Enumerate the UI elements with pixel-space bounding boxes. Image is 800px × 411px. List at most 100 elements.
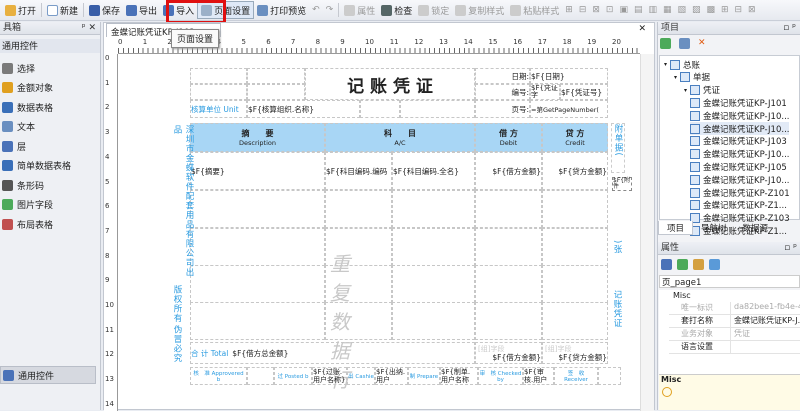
repeat-row-cell[interactable] [190,228,325,266]
blank-cell[interactable] [247,84,305,100]
repeat-row-cell[interactable] [475,190,542,228]
debit-field[interactable]: $F{借方金额} [475,152,542,190]
tree-node[interactable]: ▾ 单据 [674,71,710,84]
repeat-row-cell[interactable] [392,228,475,266]
vertical-scrollbar[interactable] [640,54,654,411]
toolbox-item[interactable]: 文本 [2,119,35,135]
property-row[interactable]: 语言设置 [669,341,800,354]
check-button[interactable]: 检查 [378,1,415,19]
property-row[interactable]: 业务对象 凭证 [669,328,800,341]
sign-label[interactable]: 签 收 Receiver [554,367,598,385]
copy-style-button[interactable]: 复制样式 [452,1,507,19]
repeat-row-cell[interactable] [392,302,475,340]
total-debit-field[interactable]: [组]字段 $F{借方金额} [475,342,542,364]
object-selector[interactable]: 页_page1 [659,275,800,288]
repeat-row-cell[interactable] [475,302,542,340]
undo-button[interactable]: ↶ [309,1,323,19]
blank-cell[interactable] [190,84,247,100]
project-tab[interactable]: 项目 [658,221,694,235]
redo-button[interactable]: ↷ [323,1,337,19]
header-account[interactable]: 科 目 A/C [325,123,475,152]
total-row[interactable]: 合 计 Total $F{借方总金额} [190,342,475,364]
property-value[interactable] [731,341,800,353]
toolbox-item[interactable]: 简单数据表格 [2,158,71,174]
sort-icon[interactable] [677,259,688,270]
summary-field[interactable]: $F{摘要} [190,152,325,190]
project-tab[interactable]: 数据源 [735,221,777,235]
property-pages-icon[interactable] [693,259,704,270]
sign-field[interactable]: $F{出纳.用户 [375,367,408,385]
repeat-row-cell[interactable] [542,228,608,266]
property-row[interactable]: 唯一标识da82bee1-fb4e-4... [669,302,800,315]
header-credit[interactable]: 贷 方 Credit [542,123,608,152]
repeat-row-cell[interactable] [542,190,608,228]
tree-node[interactable]: 金蝶记账凭证KP-J10... [690,173,789,186]
repeat-row-cell[interactable] [190,190,325,228]
delete-icon[interactable]: ✕ [698,38,706,49]
voucher-number-field[interactable]: $F{凭证号} [560,84,608,100]
expand-icon[interactable]: ▾ [664,61,667,68]
total-credit-field[interactable]: [组]字段 $F{贷方金额} [542,342,608,364]
repeat-row-cell[interactable] [190,302,325,340]
sign-field[interactable]: $F{制单.用户名称 [440,367,478,385]
tree-node[interactable]: 金蝶记账凭证KP-J105 [690,160,787,173]
header-description[interactable]: 摘 要 Description [190,123,325,152]
expand-icon[interactable]: ▾ [674,74,677,81]
blank-cell[interactable] [247,68,305,84]
date-field[interactable]: $F{日期} [530,68,608,84]
toolbox-item[interactable]: 布局表格 [2,216,53,232]
property-value[interactable]: 凭证 [731,328,800,340]
repeat-row-cell[interactable] [392,265,475,303]
sign-label[interactable]: 审 核 Checked by [478,367,523,385]
tree-node[interactable]: ▾ 凭证 [684,84,720,97]
header-debit[interactable]: 借 方 Debit [475,123,542,152]
toolbox-bottom-tab[interactable]: 通用控件 [0,366,96,384]
attachments-field[interactable]: $F{附件 [612,177,632,191]
events-icon[interactable] [709,259,720,270]
print-preview-button[interactable]: 打印预览 [254,1,309,19]
property-value[interactable]: 金蝶记账凭证KP-J... [731,315,800,327]
open-button[interactable]: 打开 [2,1,39,19]
save-button[interactable]: 保存 [86,1,123,19]
export-button[interactable]: 导出 [123,1,160,19]
paste-style-button[interactable]: 粘贴样式 [507,1,562,19]
attachments-label[interactable]: 附单据( [611,123,625,173]
repeat-row-cell[interactable] [475,228,542,266]
refresh-icon[interactable] [660,38,671,49]
page-field[interactable]: =第GetPageNumber( [530,100,608,118]
repeat-row-cell[interactable] [392,190,475,228]
pin-icon[interactable]: ▫ ᵖ [784,242,797,255]
pin-icon[interactable]: ▫ ᵖ [783,22,796,35]
tree-node[interactable]: 金蝶记账凭证KP-Z101 [690,186,790,199]
sign-field[interactable]: $F{过账.用户名称} [312,367,347,385]
repeat-row-cell[interactable] [542,302,608,340]
unit-field[interactable]: $F{核算组织.名称} [247,100,360,118]
tree-node[interactable]: 金蝶记账凭证KP-J101 [690,96,787,109]
tree-node[interactable]: 金蝶记账凭证KP-J103 [690,135,787,148]
toolbox-item[interactable]: 层 [2,138,26,154]
project-tab[interactable]: 导航树 [693,221,735,235]
number-label[interactable]: 编号: [475,84,530,100]
toolbox-item[interactable]: 金额对象 [2,80,53,96]
categorized-icon[interactable] [661,259,672,270]
repeat-row-cell[interactable] [475,265,542,303]
unit-label[interactable]: 核算单位 Unit [190,100,247,118]
property-value[interactable]: da82bee1-fb4e-4... [731,302,800,314]
close-icon[interactable]: ᵖ ✕ [82,22,96,35]
sign-label[interactable]: 过 Posted b [274,367,312,385]
new-button[interactable]: 新建 [44,1,81,19]
toolbox-item[interactable]: 条形码 [2,177,44,193]
sign-field[interactable]: $F{审核.用户 [523,367,554,385]
toolbox-item[interactable]: 选择 [2,60,35,76]
repeat-row-cell[interactable] [190,265,325,303]
toolbox-item[interactable]: 数据表格 [2,99,53,115]
tree-node[interactable]: 金蝶记账凭证KP-J10... [690,109,789,122]
tree-node[interactable]: 金蝶记账凭证KP-Z1... [690,199,787,212]
toolbox-item[interactable]: 图片字段 [2,197,53,213]
sign-label[interactable]: 出 Cashie [347,367,375,385]
account-code-field[interactable]: $F{科目编码.编码 [325,152,392,190]
copy-icon[interactable] [679,38,690,49]
sign-label[interactable]: 核 准 Approvered b [190,367,247,385]
expand-icon[interactable]: ▾ [684,87,687,94]
voucher-title[interactable]: 记 账 凭 证 [305,68,475,100]
